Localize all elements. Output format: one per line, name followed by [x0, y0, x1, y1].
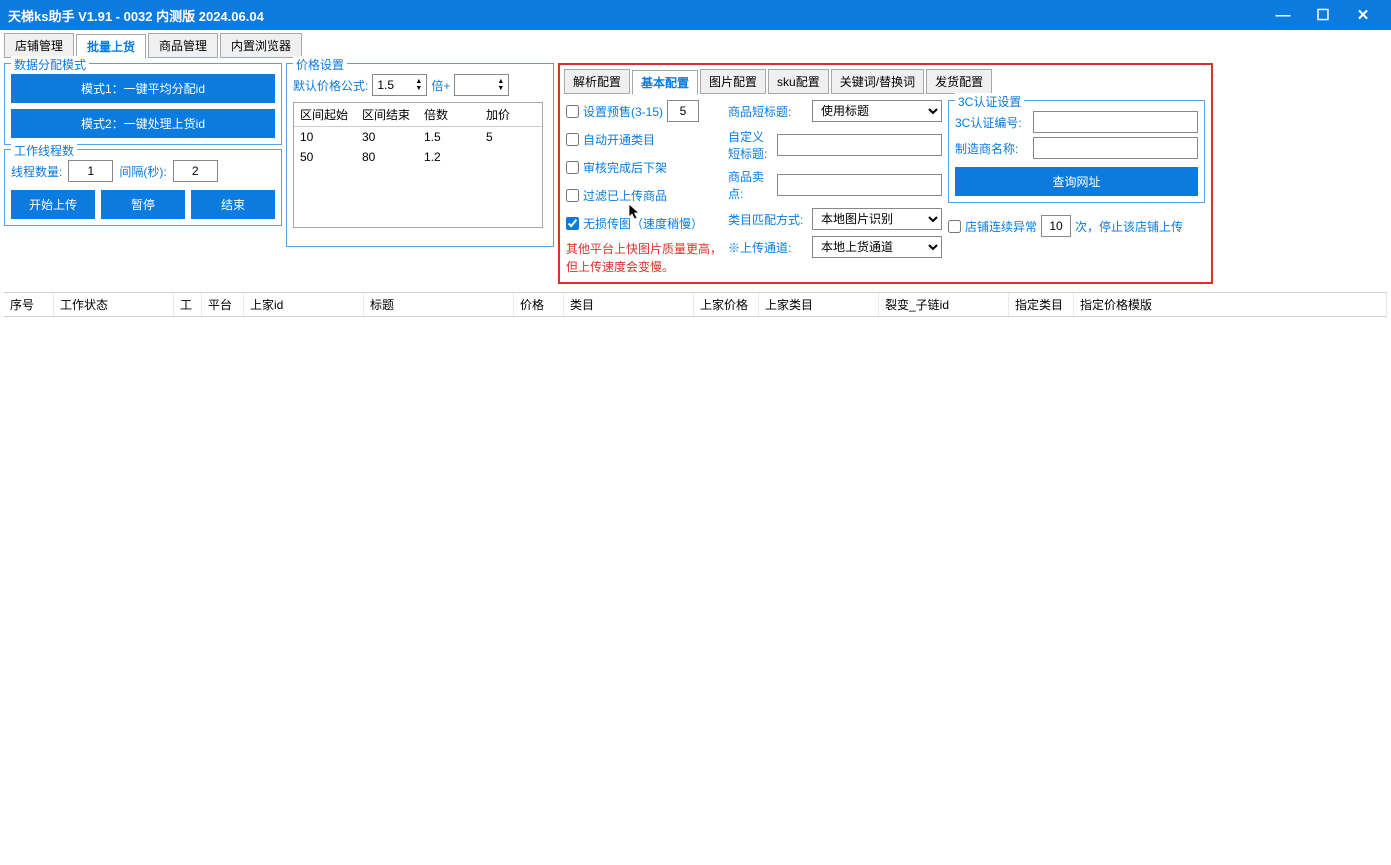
start-upload-button[interactable]: 开始上传 — [11, 190, 95, 219]
price-row[interactable]: 10301.55 — [294, 127, 542, 147]
data-mode-legend: 数据分配模式 — [11, 56, 89, 73]
price-col-start: 区间起始 — [294, 103, 356, 126]
lossless-note: 其他平台上快图片质量更高，但上传速度会变慢。 — [566, 240, 722, 276]
grid-col-platform: 平台 — [202, 293, 244, 316]
selling-point-label: 商品卖点: — [728, 168, 773, 202]
custom-short-label: 自定义短标题: — [728, 128, 773, 162]
thread-count-label: 线程数量: — [11, 163, 62, 180]
shop-error-suffix: 次，停止该店铺上传 — [1075, 218, 1183, 235]
mode2-button[interactable]: 模式2：一键处理上货id — [11, 109, 275, 138]
config-tabs: 解析配置 基本配置 图片配置 sku配置 关键词/替换词 发货配置 — [562, 67, 1209, 94]
plus-label: 倍+ — [431, 77, 450, 94]
price-row[interactable]: 50801.2 — [294, 147, 542, 167]
cfg-tab-parse[interactable]: 解析配置 — [564, 69, 630, 94]
thread-count-input[interactable] — [68, 160, 113, 182]
minimize-button[interactable]: — — [1263, 0, 1303, 30]
cfg-tab-keyword[interactable]: 关键词/替换词 — [831, 69, 924, 94]
close-button[interactable]: ✕ — [1343, 0, 1383, 30]
interval-input[interactable] — [173, 160, 218, 182]
default-price-label: 默认价格公式: — [293, 77, 368, 94]
grid-col-upstream-cat: 上家类目 — [759, 293, 879, 316]
price-group: 价格设置 默认价格公式: 1.5▲▼ 倍+ ▲▼ 区间起始 区间结束 倍数 加价… — [286, 63, 554, 247]
filter-uploaded-checkbox[interactable] — [566, 189, 579, 202]
grid-col-title: 标题 — [364, 293, 514, 316]
auto-category-label: 自动开通类目 — [583, 131, 655, 148]
upload-channel-select[interactable]: 本地上货通道 — [812, 236, 942, 258]
config-highlight-box: 解析配置 基本配置 图片配置 sku配置 关键词/替换词 发货配置 设置预售(3… — [558, 63, 1213, 284]
selling-point-input[interactable] — [777, 174, 942, 196]
lossless-label: 无损传图（速度稍慢） — [583, 215, 703, 232]
category-match-select[interactable]: 本地图片识别 — [812, 208, 942, 230]
interval-label: 间隔(秒): — [119, 163, 166, 180]
audit-offshelf-label: 审核完成后下架 — [583, 159, 667, 176]
multiplier-spinner[interactable]: 1.5▲▼ — [372, 74, 427, 96]
grid-col-category: 类目 — [564, 293, 694, 316]
query-url-button[interactable]: 查询网址 — [955, 167, 1198, 196]
grid-col-spec-cat: 指定类目 — [1009, 293, 1074, 316]
mode1-button[interactable]: 模式1：一键平均分配id — [11, 74, 275, 103]
presale-input[interactable] — [667, 100, 699, 122]
titlebar: 天梯ks助手 V1.91 - 0032 内测版 2024.06.04 — ☐ ✕ — [0, 0, 1391, 30]
data-grid: 序号 工作状态 工 平台 上家id 标题 价格 类目 上家价格 上家类目 裂变_… — [4, 292, 1387, 317]
grid-col-upstream-price: 上家价格 — [694, 293, 759, 316]
presale-checkbox[interactable] — [566, 105, 579, 118]
tab-browser[interactable]: 内置浏览器 — [220, 33, 302, 58]
auto-category-checkbox[interactable] — [566, 133, 579, 146]
tab-store-mgmt[interactable]: 店铺管理 — [4, 33, 74, 58]
filter-uploaded-label: 过滤已上传商品 — [583, 187, 667, 204]
data-grid-body[interactable] — [4, 317, 1387, 865]
price-col-mult: 倍数 — [418, 103, 480, 126]
cfg-tab-ship[interactable]: 发货配置 — [926, 69, 992, 94]
price-legend: 价格设置 — [293, 56, 347, 73]
grid-col-index: 序号 — [4, 293, 54, 316]
pause-button[interactable]: 暂停 — [101, 190, 185, 219]
price-col-end: 区间结束 — [356, 103, 418, 126]
shop-error-input[interactable] — [1041, 215, 1071, 237]
grid-col-work: 工 — [174, 293, 202, 316]
shop-error-checkbox[interactable] — [948, 220, 961, 233]
cert3c-group: 3C认证设置 3C认证编号: 制造商名称: 查询网址 — [948, 100, 1205, 203]
tab-product-mgmt[interactable]: 商品管理 — [148, 33, 218, 58]
threads-group: 工作线程数 线程数量: 间隔(秒): 开始上传 暂停 结束 — [4, 149, 282, 226]
cert3c-mfr-label: 制造商名称: — [955, 140, 1029, 157]
category-match-label: 类目匹配方式: — [728, 211, 808, 228]
end-button[interactable]: 结束 — [191, 190, 275, 219]
plus-spinner[interactable]: ▲▼ — [454, 74, 509, 96]
audit-offshelf-checkbox[interactable] — [566, 161, 579, 174]
data-mode-group: 数据分配模式 模式1：一键平均分配id 模式2：一键处理上货id — [4, 63, 282, 145]
cfg-tab-image[interactable]: 图片配置 — [700, 69, 766, 94]
cfg-tab-sku[interactable]: sku配置 — [768, 69, 829, 94]
grid-col-status: 工作状态 — [54, 293, 174, 316]
upload-channel-label: ※上传通道: — [728, 239, 808, 256]
custom-short-input[interactable] — [777, 134, 942, 156]
main-tabs: 店铺管理 批量上货 商品管理 内置浏览器 — [0, 30, 1391, 59]
maximize-button[interactable]: ☐ — [1303, 0, 1343, 30]
cert3c-id-input[interactable] — [1033, 111, 1198, 133]
cfg-tab-basic[interactable]: 基本配置 — [632, 70, 698, 95]
grid-col-price: 价格 — [514, 293, 564, 316]
lossless-checkbox[interactable] — [566, 217, 579, 230]
grid-col-upstream-id: 上家id — [244, 293, 364, 316]
app-title: 天梯ks助手 V1.91 - 0032 内测版 2024.06.04 — [8, 6, 1263, 25]
cert3c-legend: 3C认证设置 — [955, 93, 1024, 110]
cert3c-mfr-input[interactable] — [1033, 137, 1198, 159]
threads-legend: 工作线程数 — [11, 142, 77, 159]
short-title-select[interactable]: 使用标题 — [812, 100, 942, 122]
cert3c-id-label: 3C认证编号: — [955, 114, 1029, 131]
short-title-label: 商品短标题: — [728, 103, 808, 120]
presale-label: 设置预售(3-15) — [583, 103, 663, 120]
grid-col-fission-id: 裂变_子链id — [879, 293, 1009, 316]
shop-error-label: 店铺连续异常 — [965, 218, 1037, 235]
price-col-add: 加价 — [480, 103, 542, 126]
grid-col-price-tpl: 指定价格模版 — [1074, 293, 1387, 316]
price-table: 区间起始 区间结束 倍数 加价 10301.55 50801.2 — [293, 102, 543, 228]
